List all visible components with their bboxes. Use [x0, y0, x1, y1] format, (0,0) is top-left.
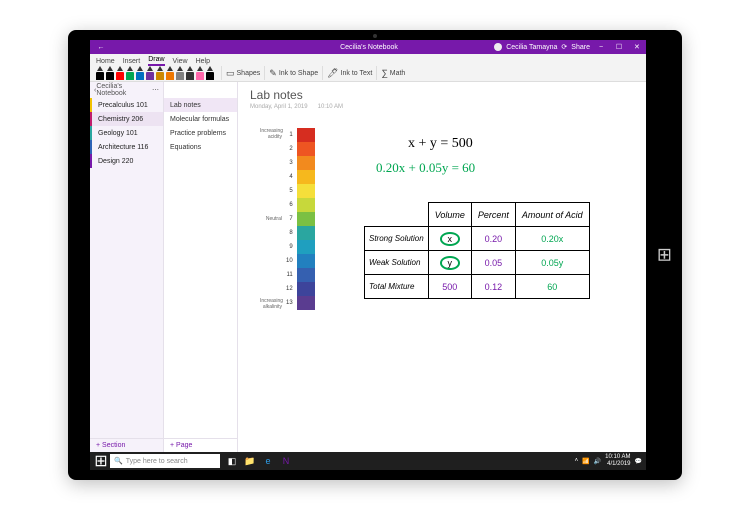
explorer-icon[interactable]: 📁 [242, 453, 258, 469]
page-meta: Monday, April 1, 2019 10:10 AM [250, 104, 343, 110]
tool-math[interactable]: ∑Math [376, 66, 409, 80]
start-button[interactable]: ⊞ [92, 452, 110, 470]
pen-10[interactable] [196, 66, 204, 80]
pen-7[interactable] [166, 66, 174, 80]
pen-8[interactable] [176, 66, 184, 80]
add-section-button[interactable]: + Section [90, 438, 163, 452]
action-center-icon[interactable]: 💬 [635, 458, 642, 465]
section-item[interactable]: Geology 101 [90, 126, 163, 140]
tab-insert[interactable]: Insert [123, 58, 141, 66]
windows-hardware-key-icon[interactable]: ⊞ [657, 245, 672, 266]
volume-icon[interactable]: 🔊 [594, 458, 601, 465]
edge-icon[interactable]: e [260, 453, 276, 469]
section-item[interactable]: Chemistry 206 [90, 112, 163, 126]
search-icon: 🔍 [114, 457, 123, 465]
mixture-table: Volume Percent Amount of Acid Strong Sol… [364, 202, 590, 299]
titlebar: ← Cecilia's Notebook Cecilia Tamayna ⟳ S… [90, 40, 646, 54]
notebook-name[interactable]: Cecilia's Notebook [96, 83, 152, 97]
pen-9[interactable] [186, 66, 194, 80]
nav-menu-icon[interactable]: ⋯ [152, 86, 159, 94]
tab-view[interactable]: View [173, 58, 188, 66]
tool-ink-to-text[interactable]: 🖊Ink to Text [322, 66, 376, 80]
back-button[interactable]: ← [94, 40, 108, 54]
user-avatar[interactable] [494, 43, 502, 51]
pen-3[interactable] [126, 66, 134, 80]
user-name[interactable]: Cecilia Tamayna [506, 44, 557, 51]
add-page-button[interactable]: + Page [164, 438, 237, 452]
pen-0[interactable] [96, 66, 104, 80]
tool-shapes[interactable]: ▭Shapes [221, 66, 264, 80]
window-title: Cecilia's Notebook [277, 44, 460, 51]
taskbar: ⊞ 🔍 Type here to search ◧ 📁 e N ˄ 📶 🔊 10… [90, 452, 646, 470]
section-item[interactable]: Precalculus 101 [90, 98, 163, 112]
pen-11[interactable] [206, 66, 214, 80]
close-button[interactable]: ✕ [630, 40, 644, 54]
network-icon[interactable]: 📶 [582, 458, 589, 465]
share-button[interactable]: Share [571, 44, 590, 51]
note-canvas[interactable]: Lab notes Monday, April 1, 2019 10:10 AM… [238, 82, 646, 452]
minimize-button[interactable]: − [594, 40, 608, 54]
page-item[interactable]: Lab notes [164, 98, 237, 112]
tab-home[interactable]: Home [96, 58, 115, 66]
tool-ink-to-shape[interactable]: ✎Ink to Shape [264, 66, 322, 80]
section-item[interactable]: Design 220 [90, 154, 163, 168]
onenote-icon[interactable]: N [278, 453, 294, 469]
task-view-icon[interactable]: ◧ [224, 453, 240, 469]
page-item[interactable]: Equations [164, 140, 237, 154]
equation-2: 0.20x + 0.05y = 60 [376, 160, 475, 176]
pen-2[interactable] [116, 66, 124, 80]
section-panel: ‹ Cecilia's Notebook ⋯ Precalculus 101Ch… [90, 82, 164, 452]
clock[interactable]: 10:10 AM 4/1/2019 [605, 454, 630, 468]
sync-icon[interactable]: ⟳ [561, 43, 567, 51]
equation-1: x + y = 500 [408, 136, 473, 152]
pen-1[interactable] [106, 66, 114, 80]
ribbon: Home Insert Draw View Help ▭Shapes✎Ink to Sh… [90, 54, 646, 82]
page-title: Lab notes [250, 88, 303, 102]
tab-draw[interactable]: Draw [148, 56, 164, 66]
page-item[interactable]: Molecular formulas [164, 112, 237, 126]
search-box[interactable]: 🔍 Type here to search [110, 454, 220, 468]
maximize-button[interactable]: ☐ [612, 40, 626, 54]
tray-up-icon[interactable]: ˄ [575, 458, 579, 464]
tab-help[interactable]: Help [196, 58, 210, 66]
page-panel: Lab notesMolecular formulasPractice prob… [164, 82, 238, 452]
section-item[interactable]: Architecture 116 [90, 140, 163, 154]
pen-4[interactable] [136, 66, 144, 80]
page-item[interactable]: Practice problems [164, 126, 237, 140]
ph-scale: Increasing acidity Neutral Increasing al… [260, 128, 315, 310]
pen-5[interactable] [146, 66, 154, 80]
pen-6[interactable] [156, 66, 164, 80]
